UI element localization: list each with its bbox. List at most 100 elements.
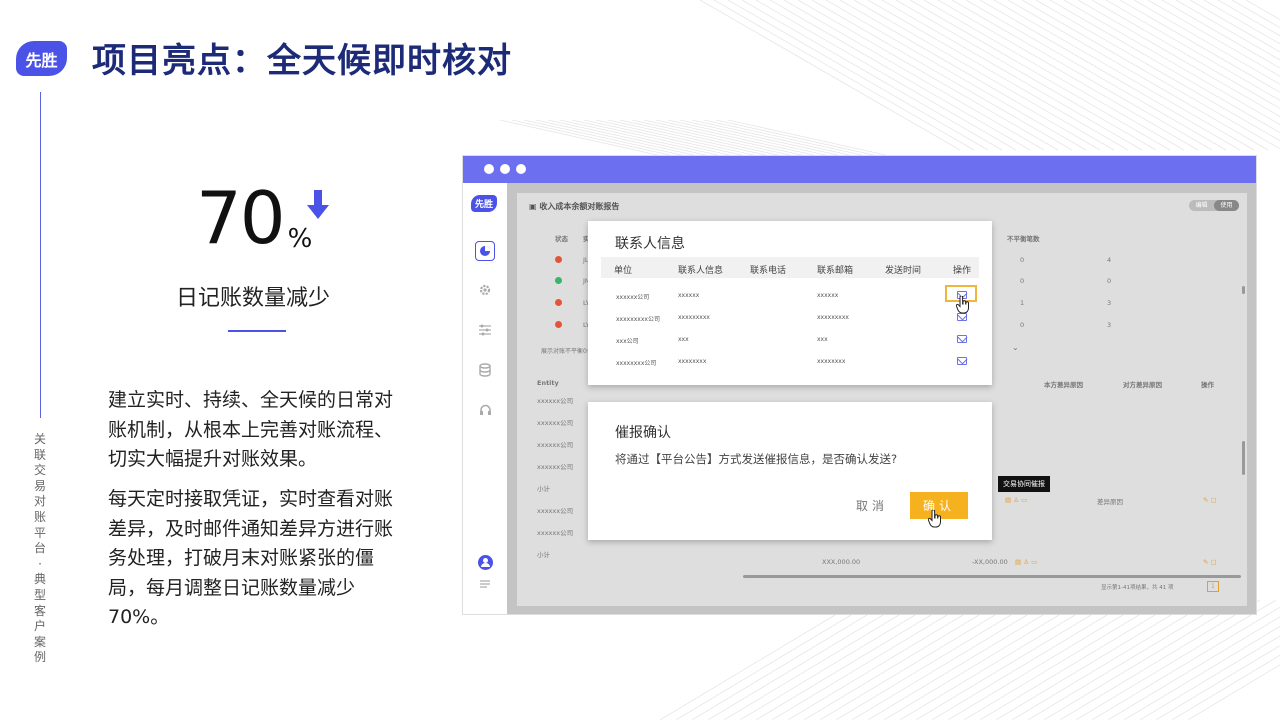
entity-row: xxxxxx公司 [537, 463, 574, 471]
entity-row: xxxxxx公司 [537, 397, 574, 405]
contact-email: xxx [817, 336, 828, 343]
dropdown-chevron-icon[interactable]: ⌄ [1012, 343, 1019, 352]
status-dot [555, 256, 562, 263]
col-contact: 联系人信息 [678, 266, 724, 276]
col-phone: 联系电话 [750, 266, 787, 276]
headset-icon[interactable] [476, 401, 494, 419]
contact-person: xxx [678, 336, 689, 343]
edit-icon[interactable]: ✎ ▢ [1203, 558, 1217, 566]
status-dot [555, 321, 562, 328]
action-icons[interactable]: ▤ ♙ ▭ [1005, 496, 1027, 504]
contact-unit: xxx公司 [616, 338, 639, 345]
app-logo: 先胜 [471, 195, 497, 212]
page-title: 项目亮点：全天候即时核对 [92, 41, 512, 81]
pie-chart-icon[interactable] [475, 241, 495, 261]
hand-cursor-icon [928, 510, 941, 528]
window-dot [484, 164, 494, 174]
mail-icon[interactable] [957, 357, 967, 365]
reminder-confirm-modal: 催报确认 将通过【平台公告】方式发送催报信息，是否确认发送? 取消 确认 [588, 402, 992, 540]
hand-cursor-icon [956, 296, 969, 314]
action-icons[interactable]: ▤ ♙ ▭ [1015, 558, 1037, 566]
entity-row: xxxxxx公司 [537, 529, 574, 537]
row-count: 3 [1107, 321, 1112, 329]
contact-table-header: 单位 联系人信息 联系电话 联系邮箱 发送时间 操作 [601, 257, 979, 278]
brand-logo: 先胜 [16, 41, 67, 76]
row-count: 0 [1107, 277, 1112, 285]
row-count: 4 [1107, 256, 1112, 264]
row-value: 0 [1020, 277, 1025, 285]
col-action: 操作 [953, 266, 972, 276]
app-sidebar: 先胜 [463, 183, 507, 614]
mail-icon[interactable] [957, 313, 967, 321]
app-screenshot: 先胜 ▣ 收入成本余额对账报告 编辑 使用 状态 不平衡笔数 0 0 1 0 4… [462, 155, 1257, 615]
entity-row: xxxxxx公司 [537, 441, 574, 449]
summary-text: 展示对账不平衡0条 [541, 348, 593, 355]
own-reason-header: 本方差异原因 [1044, 381, 1083, 389]
vertical-caption: 关联交易对账平台·典型客户案例 [33, 432, 46, 665]
confirm-message: 将通过【平台公告】方式发送催报信息，是否确认发送? [615, 452, 898, 466]
contact-info-modal: 联系人信息 单位 联系人信息 联系电话 联系邮箱 发送时间 操作 xxxxxx公… [588, 221, 992, 385]
stat-value: 70 [196, 176, 286, 260]
stat-unit: % [287, 224, 313, 254]
contact-email: xxxxxxxxx [817, 314, 849, 321]
col-status: 状态 [555, 235, 568, 243]
amount-right: -XX,000.00 [972, 558, 1008, 566]
row-count: 3 [1107, 299, 1112, 307]
entity-row: xxxxxx公司 [537, 507, 574, 515]
horizontal-scrollbar[interactable] [743, 575, 1241, 578]
toggle-use[interactable]: 使用 [1214, 200, 1239, 211]
contact-person: xxxxxxxxx [678, 314, 710, 321]
report-title-text: 收入成本余额对账报告 [539, 202, 620, 211]
contact-unit: xxxxxxxxx公司 [616, 316, 660, 323]
contact-unit: xxxxxxxx公司 [616, 360, 657, 367]
col-unit: 单位 [614, 266, 633, 276]
gear-icon[interactable] [476, 281, 494, 299]
status-dot [555, 299, 562, 306]
row-value: 0 [1020, 256, 1025, 264]
contact-unit: xxxxxx公司 [616, 294, 650, 301]
database-icon[interactable] [476, 361, 494, 379]
paragraph-1: 建立实时、持续、全天候的日常对账机制，从根本上完善对账流程、切实大幅提升对账效果… [108, 389, 394, 470]
vertical-scrollbar-top[interactable] [1242, 286, 1245, 294]
entity-row: xxxxxx公司 [537, 419, 574, 427]
window-dot [500, 164, 510, 174]
report-title: ▣ 收入成本余额对账报告 [529, 202, 620, 211]
action-header: 操作 [1201, 381, 1214, 389]
col-unbalanced: 不平衡笔数 [1007, 235, 1040, 243]
contact-email: xxxxxxxx [817, 358, 846, 365]
amount-left: XXX,000.00 [822, 558, 861, 566]
col-send-time: 发送时间 [885, 266, 922, 276]
window-dot [516, 164, 526, 174]
col-email: 联系邮箱 [817, 266, 854, 276]
contact-person: xxxxxxxx [678, 358, 707, 365]
contact-person: xxxxxx [678, 292, 700, 299]
entity-row: 小计 [537, 551, 550, 559]
page-number-button[interactable]: 1 [1207, 581, 1219, 592]
sliders-icon[interactable] [476, 321, 494, 339]
user-avatar-icon[interactable] [476, 553, 494, 571]
paragraph-2: 每天定时接取凭证，实时查看对账差异，及时邮件通知差异方进行账务处理，打破月末对账… [108, 488, 394, 628]
cancel-button[interactable]: 取消 [856, 497, 888, 514]
stat-value-group: 70 % [196, 176, 312, 260]
vertical-scrollbar[interactable] [1242, 441, 1245, 475]
diff-reason: 差异原因 [1097, 498, 1123, 506]
stat-underline [228, 330, 286, 332]
toggle-edit[interactable]: 编辑 [1189, 200, 1214, 211]
row-value: 1 [1020, 299, 1025, 307]
window-titlebar [463, 156, 1256, 183]
mail-icon[interactable] [957, 335, 967, 343]
contact-email: xxxxxx [817, 292, 839, 299]
contact-modal-title: 联系人信息 [615, 236, 685, 252]
arrow-down-icon [307, 190, 329, 219]
entity-header: Entity [537, 379, 559, 387]
status-dot [555, 277, 562, 284]
menu-icon[interactable] [476, 576, 494, 594]
entity-row: 小计 [537, 485, 550, 493]
edit-icon[interactable]: ✎ ▢ [1203, 496, 1217, 504]
confirm-modal-title: 催报确认 [615, 425, 671, 441]
tooltip: 交易协同催报 [998, 476, 1050, 492]
other-reason-header: 对方差异原因 [1123, 381, 1162, 389]
mode-toggle[interactable]: 编辑 使用 [1189, 200, 1239, 211]
row-value: 0 [1020, 321, 1025, 329]
vertical-divider [40, 92, 41, 418]
